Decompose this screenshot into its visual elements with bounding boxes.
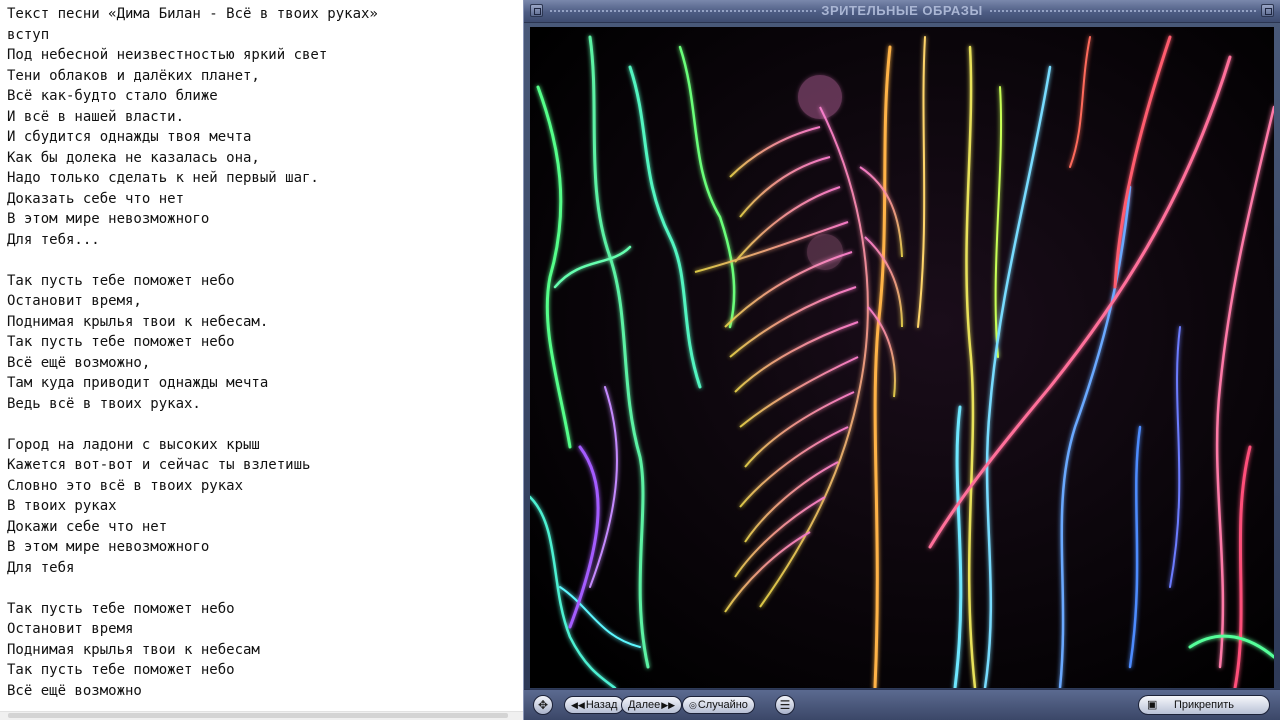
lyrics-line: Как бы долека не казалась она,	[7, 149, 260, 166]
lyrics-line: В этом мире невозможного	[7, 211, 210, 227]
screen: Текст песни «Дима Билан - Всё в твоих ру…	[0, 0, 1280, 720]
lyrics-line: Всё ещё возможно,	[7, 354, 151, 371]
visualization-display	[530, 27, 1274, 688]
lyrics-line: Поднимая крылья твои к небесам	[7, 641, 260, 658]
random-icon: ◎	[689, 700, 697, 710]
lyrics-line	[7, 578, 519, 599]
attach-icon: ▣	[1147, 699, 1158, 711]
back-button-label: Назад	[585, 699, 618, 711]
lyrics-line: И сбудится однажды твоя мечта	[7, 129, 252, 145]
lyrics-line: Ведь всё в твоих руках.	[7, 395, 201, 412]
lyrics-line: Надо только сделать к ней первый шаг.	[7, 170, 319, 186]
lyrics-line	[7, 414, 519, 435]
lyrics-line: Всё как-будто стало ближе	[7, 88, 218, 104]
random-button-label: Случайно	[697, 699, 748, 711]
lyrics-line: Всё ещё возможно	[7, 682, 142, 699]
scrollbar-thumb[interactable]	[8, 713, 508, 718]
lyrics-line: Так пусть тебе поможет небо	[7, 272, 235, 289]
lyrics-line: Кажется вот-вот и сейчас ты взлетишь	[7, 457, 311, 473]
lyrics-line: Так пусть тебе поможет небо	[7, 334, 235, 350]
menu-icon[interactable]: ☰	[775, 695, 795, 715]
lyrics-line: Докажи себе что нет	[7, 518, 168, 535]
player-titlebar[interactable]: ЗРИТЕЛЬНЫЕ ОБРАЗЫ	[524, 0, 1280, 23]
lyrics-line: Остановит время	[7, 621, 134, 637]
horizontal-scrollbar[interactable]	[0, 711, 523, 720]
lyrics-line: Для тебя...	[7, 231, 100, 248]
lyrics-line: Текст песни «Дима Билан - Всё в твоих ру…	[7, 6, 378, 22]
double-left-arrow-icon: ◀◀	[571, 700, 585, 710]
lyrics-line: Для тебя	[7, 559, 75, 576]
lyrics-line: Так пусть тебе поможет небо	[7, 662, 235, 678]
player-controlbar: ✥ ◀◀Назад Далее▶▶ ◎Случайно ☰ ▣ Прикрепит…	[524, 689, 1280, 720]
close-icon[interactable]	[1261, 4, 1274, 17]
next-button[interactable]: Далее▶▶	[621, 696, 683, 714]
back-button[interactable]: ◀◀Назад	[564, 696, 625, 714]
lyrics-line	[7, 250, 519, 271]
attach-button-label: Прикрепить	[1173, 699, 1235, 711]
title-grip-right	[990, 10, 1256, 12]
lyrics-line: Там куда приводит однажды мечта	[7, 375, 269, 391]
lyrics-line: В твоих руках	[7, 498, 117, 514]
lyrics-line: И всё в нашей власти.	[7, 108, 185, 125]
visualization-graphic	[530, 27, 1274, 688]
lyrics-line: В этом мире невозможного	[7, 539, 210, 555]
lyrics-line: Под небесной неизвестностью яркий свет	[7, 47, 328, 63]
random-button[interactable]: ◎Случайно	[682, 696, 755, 714]
lyrics-line: Остановит время,	[7, 293, 142, 309]
lyrics-line: Так пусть тебе поможет небо	[7, 600, 235, 617]
lyrics-line: Доказать себе что нет	[7, 190, 185, 207]
double-right-arrow-icon: ▶▶	[661, 700, 676, 710]
media-player-window: ЗРИТЕЛЬНЫЕ ОБРАЗЫ ✥ ◀◀Назад Далее▶▶ ◎Слу…	[523, 0, 1280, 720]
move-icon[interactable]: ✥	[533, 695, 553, 715]
lyrics-pane: Текст песни «Дима Билан - Всё в твоих ру…	[0, 0, 523, 720]
lyrics-line: Поднимая крылья твои к небесам.	[7, 313, 269, 330]
lyrics-line: Тени облаков и далёких планет,	[7, 67, 260, 84]
lyrics-text: Текст песни «Дима Билан - Всё в твоих ру…	[7, 4, 519, 701]
lyrics-line: Словно это всё в твоих руках	[7, 477, 244, 494]
next-button-label: Далее	[628, 699, 661, 711]
lyrics-line: Город на ладони с высоких крыш	[7, 436, 260, 453]
attach-button[interactable]: ▣ Прикрепить	[1138, 695, 1270, 715]
lyrics-line: вступ	[7, 26, 50, 43]
